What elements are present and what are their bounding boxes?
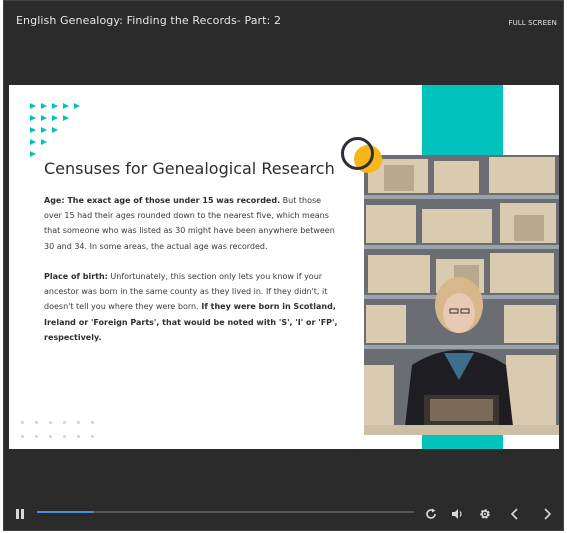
progress-bar[interactable] (37, 511, 414, 513)
replay-icon[interactable] (425, 505, 437, 524)
age-paragraph-bold: Age: The exact age of those under 15 was… (44, 196, 281, 205)
next-icon[interactable] (542, 505, 552, 524)
archive-photo (364, 155, 559, 435)
triangle-pattern (30, 100, 80, 160)
age-paragraph: Age: The exact age of those under 15 was… (44, 193, 339, 254)
video-player: English Genealogy: Finding the Records- … (3, 0, 564, 531)
course-title: English Genealogy: Finding the Records- … (16, 14, 282, 27)
pause-icon[interactable] (15, 505, 25, 524)
slide: Censuses for Genealogical Research Age: … (9, 85, 559, 449)
progress-fill (37, 511, 94, 513)
volume-icon[interactable] (451, 505, 464, 524)
previous-icon[interactable] (510, 505, 520, 524)
settings-icon[interactable] (479, 505, 491, 524)
dot-pattern (21, 421, 94, 449)
place-of-birth-paragraph: Place of birth: Unfortunately, this sect… (44, 269, 339, 345)
player-controls (4, 498, 563, 528)
slide-heading: Censuses for Genealogical Research (44, 159, 335, 178)
ring-decoration (341, 137, 374, 170)
fullscreen-button[interactable]: FULL SCREEN (508, 19, 557, 27)
place-of-birth-label: Place of birth: (44, 272, 108, 281)
